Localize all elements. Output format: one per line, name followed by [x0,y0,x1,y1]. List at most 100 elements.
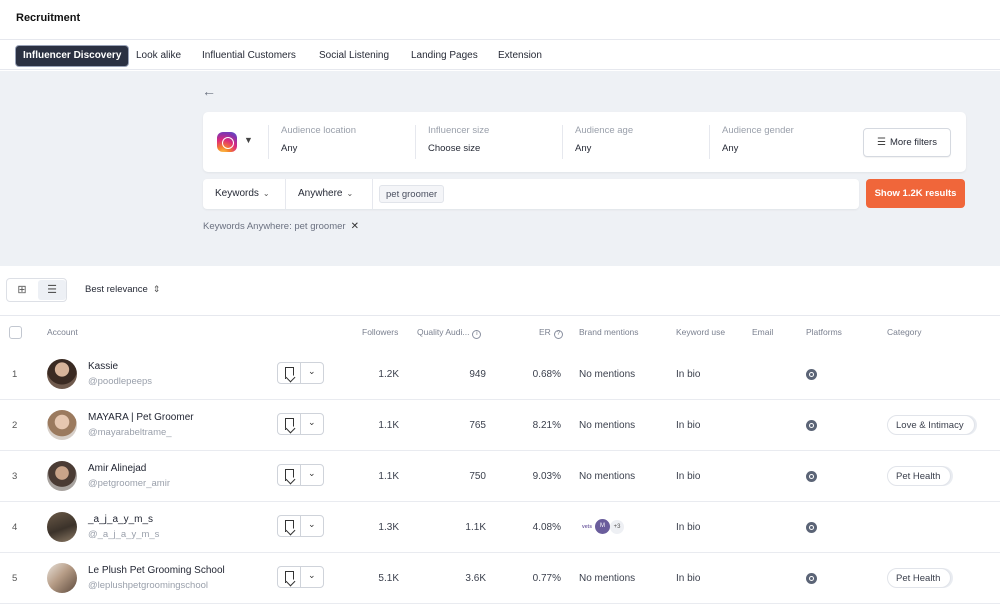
filter-label: Audience gender [722,125,794,136]
followers-value: 5.1K [378,573,399,584]
col-email[interactable]: Email [752,327,773,337]
close-icon[interactable]: ✕ [351,221,359,232]
col-quality[interactable]: Quality Audi... i [417,327,482,339]
col-platforms[interactable]: Platforms [806,327,842,337]
save-button[interactable] [278,567,301,587]
followers-value: 1.3K [378,522,399,533]
instagram-icon[interactable] [806,420,817,431]
platform-select[interactable]: ▼ [217,132,257,152]
save-button-group: ⌄ [277,464,324,486]
sort-select[interactable]: Best relevance ⇕ [85,284,160,295]
sort-label: Best relevance [85,284,148,295]
col-quality-label: Quality Audi... [417,327,470,337]
brand-mentions-value: No mentions [579,369,636,380]
bookmark-icon [285,571,294,583]
filter-value: Any [722,143,739,154]
audience-gender-filter[interactable]: Audience gender Any [709,125,849,159]
filter-value: Any [281,143,298,154]
followers-value: 1.1K [378,420,399,431]
save-button-group: ⌄ [277,515,324,537]
info-icon: i [472,330,482,339]
tab-landing-pages[interactable]: Landing Pages [404,46,485,66]
audience-location-filter[interactable]: Audience location Any [268,125,415,159]
category-badge[interactable]: Pet Health [887,466,952,486]
chevron-down-icon[interactable]: ⌄ [308,468,316,479]
bookmark-icon [285,418,294,430]
rank: 2 [12,420,18,431]
avatar[interactable] [47,563,77,593]
table-row[interactable]: 1 Kassie @poodlepeeps ⌄ 1.2K 949 0.68% N… [0,349,1000,400]
brand-mentions-value: No mentions [579,573,636,584]
chevron-down-icon[interactable]: ⌄ [308,570,316,581]
col-category[interactable]: Category [887,327,922,337]
tab-influencer-discovery[interactable]: Influencer Discovery [16,46,129,66]
account-name[interactable]: Kassie [88,361,118,372]
more-filters-button[interactable]: ☰ More filters [863,128,951,157]
filter-icon: ☰ [877,137,886,148]
col-keyword-use[interactable]: Keyword use [676,327,725,337]
instagram-icon[interactable] [806,573,817,584]
save-button[interactable] [278,465,301,485]
top-bar: Recruitment [0,0,1000,40]
view-toggle: ⊞ ☰ [6,278,67,302]
audience-age-filter[interactable]: Audience age Any [562,125,709,159]
account-name[interactable]: MAYARA | Pet Groomer [88,412,194,423]
brand-mentions-value: No mentions [579,471,636,482]
avatar[interactable] [47,461,77,491]
account-name[interactable]: Amir Alinejad [88,463,146,474]
col-followers[interactable]: Followers [362,327,398,337]
tab-extension[interactable]: Extension [491,46,549,66]
category-badge[interactable]: Love & Intimacy [887,415,975,435]
influencer-size-filter[interactable]: Influencer size Choose size [415,125,562,159]
more-filters-label: More filters [889,137,937,148]
save-button-group: ⌄ [277,566,324,588]
chevron-down-icon[interactable]: ⌄ [308,417,316,428]
er-value: 0.68% [532,369,561,380]
table-header: Account Followers Quality Audi... i ER? B… [0,317,1000,349]
back-arrow-icon[interactable]: ← [202,83,216,99]
tab-bar: Influencer Discovery Look alike Influent… [0,41,1000,70]
list-view-icon[interactable]: ☰ [38,280,66,300]
select-all-checkbox[interactable] [9,326,22,339]
er-value: 4.08% [532,522,561,533]
account-handle: @petgroomer_amir [88,478,170,489]
bookmark-icon [285,469,294,481]
account-name[interactable]: Le Plush Pet Grooming School [88,565,225,576]
keyword-scope-select[interactable]: Anywhere ⌄ [286,179,373,209]
chevron-down-icon[interactable]: ⌄ [308,519,316,530]
show-results-button[interactable]: Show 1.2K results [866,179,965,208]
table-row[interactable]: 2 MAYARA | Pet Groomer @mayarabeltrame_ … [0,400,1000,451]
category-badge[interactable]: Pet Health [887,568,952,588]
instagram-icon[interactable] [806,369,817,380]
chevron-down-icon: ⌄ [262,189,270,198]
table-row[interactable]: 5 Le Plush Pet Grooming School @leplushp… [0,553,1000,604]
instagram-icon[interactable] [806,471,817,482]
tab-influential-customers[interactable]: Influential Customers [195,46,303,66]
col-er[interactable]: ER? [539,327,563,339]
info-icon: ? [553,330,563,339]
table-row[interactable]: 4 _a_j_a_y_m_s @_a_j_a_y_m_s ⌄ 1.3K 1.1K… [0,502,1000,553]
keyword-type-select[interactable]: Keywords ⌄ [203,179,286,209]
keyword-chip[interactable]: pet groomer [379,185,445,203]
avatar[interactable] [47,512,77,542]
col-account[interactable]: Account [47,327,78,337]
tab-look-alike[interactable]: Look alike [129,46,188,66]
avatar[interactable] [47,410,77,440]
quality-value: 3.6K [465,573,486,584]
brand-mentions-value: No mentions [579,420,636,431]
account-name[interactable]: _a_j_a_y_m_s [88,514,153,525]
keyword-scope-label: Anywhere [298,188,343,199]
brand-mentions-logos[interactable]: vets M +3 [579,518,629,536]
chevron-down-icon[interactable]: ⌄ [308,366,316,377]
save-button[interactable] [278,363,301,383]
keyword-use-value: In bio [676,471,701,482]
col-brand-mentions[interactable]: Brand mentions [579,327,639,337]
instagram-icon[interactable] [806,522,817,533]
table-row[interactable]: 3 Amir Alinejad @petgroomer_amir ⌄ 1.1K … [0,451,1000,502]
tab-social-listening[interactable]: Social Listening [312,46,396,66]
brand-logo: vets [581,524,592,530]
save-button[interactable] [278,414,301,434]
grid-view-icon[interactable]: ⊞ [8,280,36,300]
save-button[interactable] [278,516,301,536]
avatar[interactable] [47,359,77,389]
